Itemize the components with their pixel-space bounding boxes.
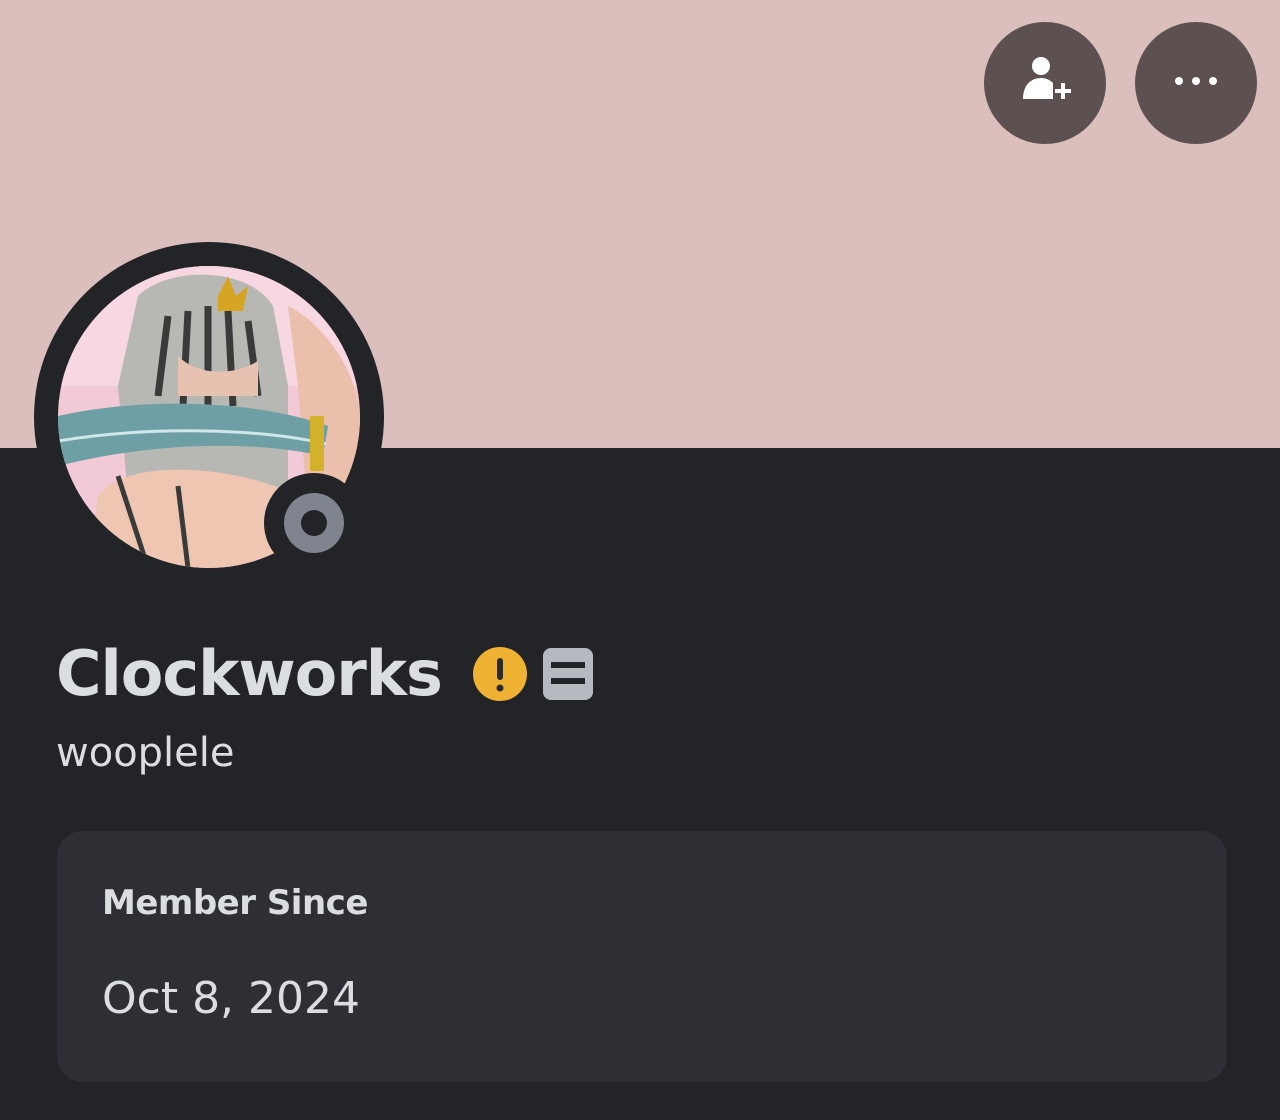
member-since-date: Oct 8, 2024 — [102, 973, 361, 1024]
username: wooplele — [56, 730, 235, 776]
id-card-icon[interactable] — [540, 646, 596, 702]
member-since-label: Member Since — [102, 883, 368, 923]
more-options-button[interactable] — [1135, 22, 1257, 144]
add-friend-button[interactable] — [984, 22, 1106, 144]
name-row: Clockworks — [56, 634, 596, 714]
member-since-card: Member Since Oct 8, 2024 — [57, 831, 1227, 1082]
user-profile-popout: Clockworks wooplele Member Since Oct 8, … — [0, 0, 1280, 1120]
add-friend-icon — [1015, 51, 1075, 115]
offline-status-icon — [284, 493, 344, 553]
warning-icon[interactable] — [472, 646, 528, 702]
display-name: Clockworks — [56, 637, 443, 710]
more-horizontal-icon — [1166, 71, 1226, 95]
status-indicator — [264, 473, 364, 573]
